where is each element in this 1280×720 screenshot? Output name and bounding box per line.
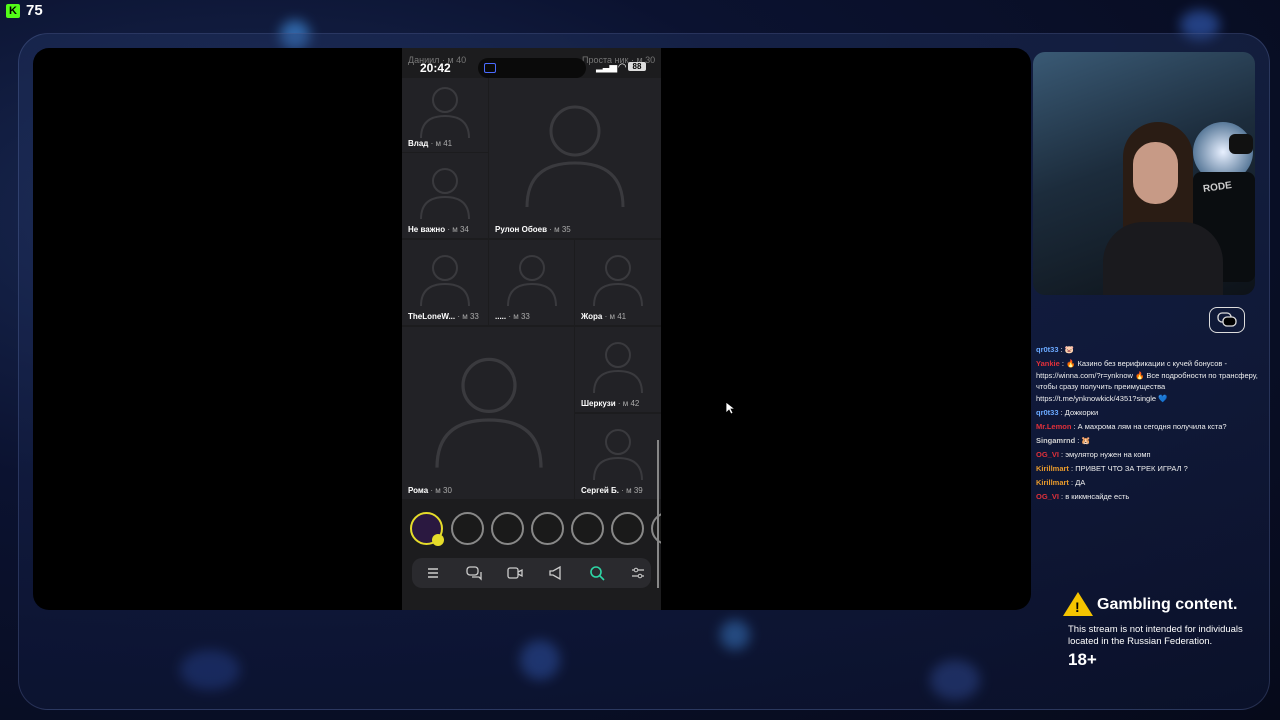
webcam-feed: RODE (1033, 52, 1255, 295)
profile-label: ..... · м 33 (495, 312, 530, 321)
profile-label: Жора · м 41 (581, 312, 627, 321)
menu-icon[interactable] (424, 564, 442, 582)
chat-text: : 🐷 (1060, 345, 1075, 354)
microphone (1229, 134, 1253, 154)
profile-tile[interactable]: TheLoneW... · м 33 (402, 240, 488, 325)
chat-username[interactable]: Mr.Lemon (1036, 422, 1071, 431)
chat-text: : ПРИВЕТ ЧТО ЗА ТРЕК ИГРАЛ ? (1071, 463, 1188, 473)
profile-tile[interactable]: Рома · м 30 (402, 327, 574, 499)
viewer-counter: K 75 (6, 2, 43, 19)
warning-description: This stream is not intended for individu… (1068, 624, 1243, 647)
phone-status-bar: Даниил · м 40 Проста ник · м 30 20:42 ▂▃… (402, 48, 661, 78)
mouse-cursor-icon (725, 401, 735, 415)
chat-text: : ДА (1071, 477, 1086, 487)
video-icon[interactable] (506, 564, 524, 582)
bottom-nav (412, 558, 651, 588)
viewer-count: 75 (26, 2, 43, 19)
chat-username[interactable]: Singamrnd (1036, 436, 1075, 445)
battery-icon: 88 (628, 62, 646, 71)
profile-label: TheLoneW... · м 33 (408, 312, 479, 321)
chat-text: : 🔥 Казино без верификации с кучей бонус… (1036, 359, 1258, 403)
chat-username[interactable]: Yankie (1036, 359, 1060, 368)
avatar-placeholder-icon (507, 255, 557, 307)
profile-tile[interactable]: Рулон Обоев · м 35 (489, 78, 661, 238)
chat-username[interactable]: OG_VI (1036, 492, 1059, 501)
chat-username[interactable]: qr0t33 (1036, 345, 1059, 354)
chat-text: : Дожкорки (1060, 407, 1099, 417)
chat-message: Singamrnd : 🐹 (1036, 435, 1262, 447)
warning-exclamation: ! (1075, 599, 1080, 615)
kick-logo-icon: K (6, 3, 20, 18)
profile-tile[interactable]: Жора · м 41 (575, 240, 661, 325)
chat-message: qr0t33 : 🐷 (1036, 344, 1262, 356)
profile-label: Рома · м 30 (408, 486, 452, 495)
chat-message: OG_VI : в кикмнсайде есть (1036, 491, 1262, 503)
profile-label: Не важно · м 34 (408, 225, 469, 234)
chat-text: : А махрома лям на сегодня получила кста… (1073, 421, 1227, 431)
phone-scrollbar[interactable] (657, 440, 659, 588)
status-time: 20:42 (420, 61, 451, 75)
dynamic-island (478, 58, 586, 78)
avatar-placeholder-icon (435, 357, 543, 468)
avatar-placeholder-icon (593, 255, 643, 307)
signal-wifi-icon: ▂▃▅ ◠ (596, 62, 627, 73)
story-avatar[interactable] (571, 512, 604, 545)
chat-text: : 🐹 (1077, 435, 1091, 445)
app-icon (484, 63, 496, 73)
age-rating: 18+ (1068, 650, 1097, 669)
story-avatar[interactable] (491, 512, 524, 545)
chat-username[interactable]: Kirillmart (1036, 464, 1069, 473)
profile-label: Сергей Б. · м 39 (581, 486, 643, 495)
profile-tile[interactable]: Не важно · м 34 (402, 153, 488, 238)
chat-message: OG_VI : эмулятор нужен на комп (1036, 449, 1262, 461)
avatar-placeholder-icon (420, 87, 470, 139)
megaphone-icon[interactable] (547, 564, 565, 582)
chat-bubbles-icon[interactable] (1209, 307, 1245, 333)
profile-label: Шеркузи · м 42 (581, 399, 640, 408)
filter-icon[interactable] (629, 564, 647, 582)
avatar-placeholder-icon (420, 168, 470, 220)
chat-username[interactable]: qr0t33 (1036, 408, 1059, 417)
chat-username[interactable]: Kirillmart (1036, 478, 1069, 487)
phone-mirror: Даниил · м 40 Проста ник · м 30 20:42 ▂▃… (402, 48, 661, 610)
chat-message: Mr.Lemon : А махрома лям на сегодня полу… (1036, 421, 1262, 433)
story-avatar[interactable] (451, 512, 484, 545)
profile-tile[interactable]: Влад · м 41 (402, 78, 488, 152)
story-avatar-own[interactable] (410, 512, 444, 546)
profile-tile[interactable]: Шеркузи · м 42 (575, 327, 661, 412)
chat-message: Kirillmart : ПРИВЕТ ЧТО ЗА ТРЕК ИГРАЛ ? (1036, 463, 1262, 475)
avatar-placeholder-icon (420, 255, 470, 307)
chat-message: qr0t33 : Дожкорки (1036, 407, 1262, 419)
avatar-placeholder-icon (593, 342, 643, 394)
chat-feed: qr0t33 : 🐷 Yankie : 🔥 Казино без верифика… (1036, 344, 1262, 505)
chat-username[interactable]: OG_VI (1036, 450, 1059, 459)
streamer-body (1103, 222, 1223, 295)
story-avatar[interactable] (651, 512, 661, 545)
warning-title: Gambling content. (1097, 596, 1238, 613)
search-icon[interactable] (588, 564, 606, 582)
chat-message: Yankie : 🔥 Казино без верификации с куче… (1036, 358, 1262, 404)
profile-label: Влад · м 41 (408, 139, 453, 148)
profile-tile[interactable]: ..... · м 33 (489, 240, 574, 325)
avatar-placeholder-icon (525, 105, 625, 208)
chats-icon[interactable] (465, 564, 483, 582)
stories-row (402, 510, 661, 552)
story-avatar[interactable] (611, 512, 644, 545)
profile-tile[interactable]: Сергей Б. · м 39 (575, 414, 661, 499)
profile-label: Рулон Обоев · м 35 (495, 225, 571, 234)
avatar-placeholder-icon (593, 429, 643, 481)
story-avatar[interactable] (531, 512, 564, 545)
streamer-face (1133, 142, 1178, 204)
add-story-badge (432, 534, 444, 546)
chat-text: : в кикмнсайде есть (1061, 491, 1130, 501)
chat-message: Kirillmart : ДА (1036, 477, 1262, 489)
chat-text: : эмулятор нужен на комп (1061, 449, 1151, 459)
